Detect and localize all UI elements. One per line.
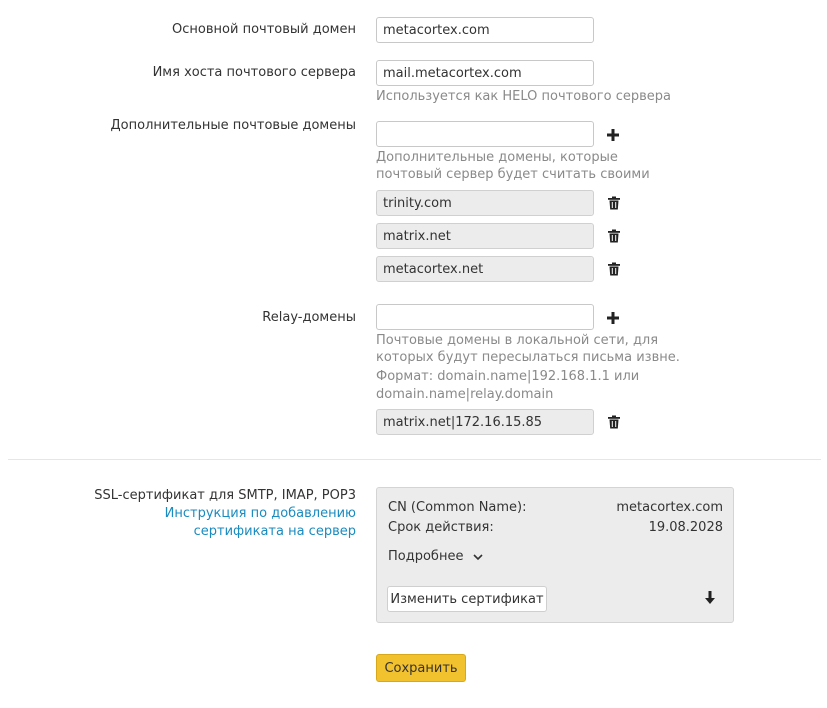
trash-icon[interactable] [607, 415, 621, 429]
primary-domain-label: Основной почтовый домен [172, 22, 356, 37]
extra-domains-hint-line2: почтовый сервер будет считать своими [376, 167, 650, 182]
trash-icon[interactable] [607, 262, 621, 276]
trash-icon[interactable] [607, 196, 621, 210]
chevron-down-icon [473, 553, 483, 560]
extra-domains-label: Дополнительные почтовые домены [110, 118, 356, 133]
relay-domains-hint-line1: Почтовые домены в локальной сети, для [376, 333, 659, 348]
extra-domains-hint-line1: Дополнительные домены, которые [376, 150, 618, 165]
relay-domain-input[interactable] [376, 304, 594, 330]
section-divider [8, 459, 821, 460]
relay-domain-item [376, 409, 594, 435]
relay-domains-label: Relay-домены [262, 310, 356, 325]
relay-domains-hint-line4: domain.name|relay.domain [376, 387, 554, 402]
hostname-input[interactable] [376, 60, 594, 86]
cert-expiry-value: 19.08.2028 [648, 520, 723, 535]
ssl-instructions-link-line1[interactable]: Инструкция по добавлению [165, 505, 356, 523]
plus-icon[interactable] [606, 128, 620, 142]
cert-cn-label: CN (Common Name): [388, 500, 527, 515]
save-button[interactable]: Сохранить [376, 654, 466, 682]
cert-expiry-label: Срок действия: [388, 520, 494, 535]
ssl-label: SSL-сертификат для SMTP, IMAP, POP3 [94, 488, 356, 503]
cert-details-toggle[interactable]: Подробнее [388, 549, 483, 564]
hostname-hint: Используется как HELO почтового сервера [376, 89, 671, 104]
cert-cn-value: metacortex.com [616, 500, 723, 515]
cert-details-label: Подробнее [388, 549, 464, 564]
hostname-label: Имя хоста почтового сервера [152, 65, 356, 80]
extra-domain-input[interactable] [376, 121, 594, 147]
primary-domain-input[interactable] [376, 17, 594, 43]
ssl-instructions-link-line2[interactable]: сертификата на сервер [194, 523, 356, 541]
relay-domains-hint-line2: которых будут пересылаться письма извне. [376, 350, 680, 365]
relay-domains-hint-line3: Формат: domain.name|192.168.1.1 или [376, 369, 640, 384]
plus-icon[interactable] [606, 311, 620, 325]
extra-domain-item [376, 256, 594, 282]
trash-icon[interactable] [607, 229, 621, 243]
change-certificate-button[interactable]: Изменить сертификат [387, 586, 547, 612]
extra-domain-item [376, 223, 594, 249]
certificate-panel: CN (Common Name): metacortex.com Срок де… [376, 487, 734, 623]
download-arrow-icon[interactable] [704, 591, 716, 605]
extra-domain-item [376, 190, 594, 216]
